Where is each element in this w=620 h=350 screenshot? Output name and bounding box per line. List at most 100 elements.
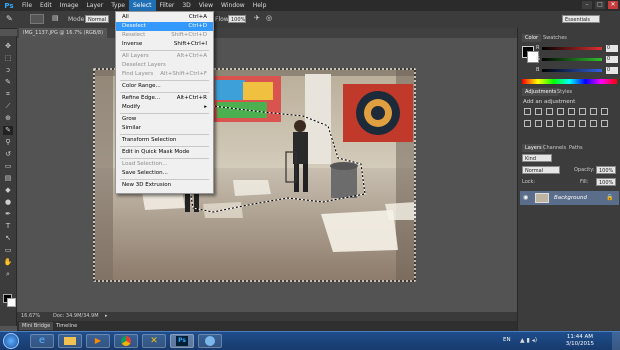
brush-tool-icon[interactable]: ✎ <box>6 14 13 23</box>
opacity-field[interactable]: 100% <box>596 166 616 174</box>
history-brush-tool-icon[interactable]: ↺ <box>3 150 13 159</box>
color-balance-icon[interactable] <box>590 108 597 115</box>
tab-paths[interactable]: Paths <box>566 144 586 152</box>
close-icon[interactable]: ✕ <box>608 1 618 9</box>
curves-icon[interactable] <box>546 108 553 115</box>
threshold-icon[interactable] <box>579 120 586 127</box>
vibrance-icon[interactable] <box>568 108 575 115</box>
visibility-eye-icon[interactable]: ◉ <box>523 194 528 201</box>
system-clock[interactable]: 11:44 AM 3/10/2015 <box>566 334 594 348</box>
menu-type[interactable]: Type <box>107 0 129 11</box>
brush-tool-icon[interactable]: ✎ <box>3 126 13 135</box>
menu-select[interactable]: Select <box>128 0 156 11</box>
brush-panel-icon[interactable]: ▤ <box>52 14 59 22</box>
menu-item-modify[interactable]: Modify ▸ <box>116 103 213 112</box>
pressure-size-icon[interactable]: ◎ <box>266 14 272 22</box>
menu-item-transform-selection[interactable]: Transform Selection <box>116 136 213 145</box>
eraser-tool-icon[interactable]: ▭ <box>3 162 13 171</box>
taskbar-explorer-icon[interactable] <box>58 334 82 348</box>
menu-item-edit-in-quick-mask-mode[interactable]: Edit in Quick Mask Mode <box>116 148 213 157</box>
layer-row[interactable]: ◉ Background 🔒 <box>520 191 619 205</box>
menu-item-similar[interactable]: Similar <box>116 124 213 133</box>
taskbar-media-icon[interactable]: ▶ <box>86 334 110 348</box>
lasso-tool-icon[interactable]: ↄ <box>3 66 13 75</box>
menu-view[interactable]: View <box>195 0 217 11</box>
menu-filter[interactable]: Filter <box>156 0 179 11</box>
gradient-tool-icon[interactable]: ▤ <box>3 174 13 183</box>
brightness-contrast-icon[interactable] <box>524 108 531 115</box>
blur-tool-icon[interactable]: ◆ <box>3 186 13 195</box>
menu-layer[interactable]: Layer <box>82 0 107 11</box>
black-white-icon[interactable] <box>601 108 608 115</box>
channel-slider[interactable] <box>542 58 602 61</box>
tab-styles[interactable]: Styles <box>554 88 575 96</box>
channel-mixer-icon[interactable] <box>535 120 542 127</box>
fill-field[interactable]: 100% <box>596 178 616 186</box>
marquee-tool-icon[interactable]: ⬚ <box>3 54 13 63</box>
menu-3d[interactable]: 3D <box>178 0 194 11</box>
shape-tool-icon[interactable]: ▭ <box>3 246 13 255</box>
channel-value[interactable]: 0 <box>606 56 618 63</box>
taskbar-ie-icon[interactable]: e <box>30 334 54 348</box>
tray-icons[interactable]: ▲ ▮ ◂) <box>520 337 537 344</box>
menu-file[interactable]: File <box>18 0 36 11</box>
background-color-tool[interactable] <box>7 298 16 307</box>
tab-color[interactable]: Color <box>522 34 542 42</box>
menu-item-inverse[interactable]: Inverse Shift+Ctrl+I <box>116 40 213 49</box>
menu-edit[interactable]: Edit <box>36 0 56 11</box>
menu-item-save-selection[interactable]: Save Selection... <box>116 169 213 178</box>
dodge-tool-icon[interactable]: ● <box>3 198 13 207</box>
taskbar-photoshop-icon[interactable]: Ps <box>170 334 194 348</box>
clone-stamp-tool-icon[interactable]: ⚲ <box>3 138 13 147</box>
hue-saturation-icon[interactable] <box>579 108 586 115</box>
menu-item-color-range[interactable]: Color Range... <box>116 82 213 91</box>
eyedropper-tool-icon[interactable]: ⟋ <box>3 102 13 111</box>
brush-preset-picker[interactable] <box>30 14 44 24</box>
blend-mode-select[interactable]: Normal <box>522 166 560 174</box>
path-selection-tool-icon[interactable]: ↖ <box>3 234 13 243</box>
layer-filter-kind[interactable]: Kind <box>522 154 552 162</box>
workspace-select[interactable]: Essentials <box>562 15 600 23</box>
status-menu-arrow-icon[interactable]: ▸ <box>105 312 108 321</box>
hand-tool-icon[interactable]: ✋ <box>3 258 13 267</box>
maximize-icon[interactable]: □ <box>595 1 605 9</box>
channel-slider[interactable] <box>542 47 602 50</box>
taskbar-chrome-icon[interactable] <box>114 334 138 348</box>
menu-item-grow[interactable]: Grow <box>116 115 213 124</box>
quick-selection-tool-icon[interactable]: ✎ <box>3 78 13 87</box>
crop-tool-icon[interactable]: ⌗ <box>3 90 13 99</box>
channel-value[interactable]: 0 <box>606 45 618 52</box>
airbrush-icon[interactable]: ✈ <box>254 14 260 22</box>
invert-icon[interactable] <box>557 120 564 127</box>
menu-item-all[interactable]: All Ctrl+A <box>116 13 213 22</box>
tab-timeline[interactable]: Timeline <box>53 322 80 330</box>
type-tool-icon[interactable]: T <box>3 222 13 231</box>
zoom-level[interactable]: 16.67% <box>21 312 40 321</box>
posterize-icon[interactable] <box>568 120 575 127</box>
document-tab[interactable]: IMG_1137.JPG @ 16.7% (RGB/8) <box>19 28 108 38</box>
menu-item-deselect[interactable]: Deselect Ctrl+D <box>116 22 213 31</box>
menu-item-refine-edge[interactable]: Refine Edge... Alt+Ctrl+R <box>116 94 213 103</box>
gradient-map-icon[interactable] <box>590 120 597 127</box>
move-tool-icon[interactable]: ✥ <box>3 42 13 51</box>
flow-field[interactable]: 100% <box>228 15 246 23</box>
tab-swatches[interactable]: Swatches <box>540 34 570 42</box>
menu-help[interactable]: Help <box>249 0 271 11</box>
taskbar-photo-viewer-icon[interactable] <box>198 334 222 348</box>
show-desktop-button[interactable] <box>612 332 620 350</box>
pen-tool-icon[interactable]: ✒ <box>3 210 13 219</box>
menu-window[interactable]: Window <box>217 0 249 11</box>
color-lookup-icon[interactable] <box>546 120 553 127</box>
minimize-icon[interactable]: – <box>582 1 592 9</box>
color-spectrum[interactable] <box>522 79 617 84</box>
channel-slider[interactable] <box>542 69 602 72</box>
menu-image[interactable]: Image <box>56 0 83 11</box>
tab-channels[interactable]: Channels <box>540 144 569 152</box>
channel-value[interactable]: 0 <box>606 67 618 74</box>
mode-select[interactable]: Normal <box>85 15 109 23</box>
photo-filter-icon[interactable] <box>524 120 531 127</box>
zoom-tool-icon[interactable]: ⌕ <box>3 270 13 279</box>
taskbar-xmind-icon[interactable]: ✕ <box>142 334 166 348</box>
language-indicator[interactable]: EN <box>503 337 511 343</box>
menu-item-new-3d-extrusion[interactable]: New 3D Extrusion <box>116 181 213 190</box>
